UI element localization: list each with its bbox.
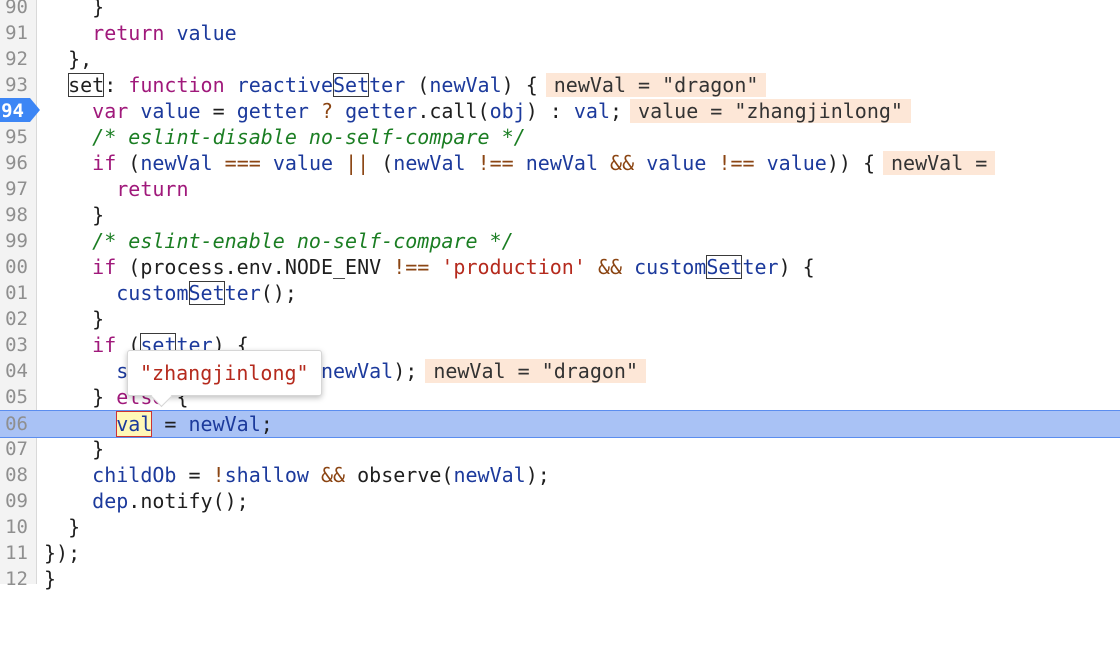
line-number[interactable]: 00: [0, 254, 28, 280]
code-line[interactable]: 01 customSetter();: [0, 280, 1120, 306]
code-line[interactable]: 92 },: [0, 46, 1120, 72]
line-number[interactable]: 04: [0, 358, 28, 384]
line-code: /* eslint-enable no-self-compare */: [92, 229, 514, 253]
code-editor[interactable]: 90 } 91 return value 92 }, 93 set: funct…: [0, 0, 1120, 591]
line-code: }: [44, 437, 105, 461]
code-line[interactable]: 90 }: [0, 0, 1120, 20]
code-line[interactable]: 12 }: [0, 566, 1120, 592]
inline-value-newVal[interactable]: newVal =: [883, 151, 996, 175]
line-number[interactable]: 07: [0, 436, 28, 462]
line-number[interactable]: 95: [0, 124, 28, 150]
line-number[interactable]: 03: [0, 332, 28, 358]
line-code: var value = getter ? getter.call(obj) : …: [44, 98, 911, 124]
line-number[interactable]: 02: [0, 306, 28, 332]
line-code: }: [44, 307, 105, 331]
execution-line-marker[interactable]: 94: [0, 98, 40, 122]
inline-value-newVal[interactable]: newVal = "dragon": [545, 73, 767, 97]
line-code: val = newVal;: [116, 411, 273, 437]
line-number[interactable]: 12: [0, 566, 28, 592]
code-line[interactable]: 00 if (process.env.NODE_ENV !== 'product…: [0, 254, 1120, 280]
code-line[interactable]: 98 }: [0, 202, 1120, 228]
line-number[interactable]: 97: [0, 176, 28, 202]
line-number[interactable]: 93: [0, 72, 28, 98]
line-number[interactable]: 98: [0, 202, 28, 228]
code-line[interactable]: 99 /* eslint-enable no-self-compare */: [0, 228, 1120, 254]
inline-value-value[interactable]: value = "zhangjinlong": [630, 99, 911, 123]
line-number[interactable]: 08: [0, 462, 28, 488]
line-code: childOb = !shallow && observe(newVal);: [92, 463, 550, 487]
line-code: }: [44, 0, 105, 19]
line-code: return: [116, 177, 189, 201]
line-code: if (newVal === value || (newVal !== newV…: [44, 150, 996, 176]
code-line[interactable]: 09 dep.notify();: [0, 488, 1120, 514]
line-number[interactable]: 90: [0, 0, 28, 20]
code-line[interactable]: 97 return: [0, 176, 1120, 202]
code-line[interactable]: 10 }: [0, 514, 1120, 540]
variable-value-tooltip[interactable]: "zhangjinlong": [127, 350, 322, 396]
line-code: set: function reactiveSetter (newVal) {n…: [44, 72, 767, 98]
line-number[interactable]: 96: [0, 150, 28, 176]
line-code: }: [44, 567, 57, 591]
line-number[interactable]: 09: [0, 488, 28, 514]
hovered-variable-val[interactable]: val: [116, 411, 153, 437]
code-line[interactable]: 94 var value = getter ? getter.call(obj)…: [0, 98, 1120, 124]
inline-value-newVal[interactable]: newVal = "dragon": [425, 359, 647, 383]
code-line[interactable]: 96 if (newVal === value || (newVal !== n…: [0, 150, 1120, 176]
line-code: /* eslint-disable no-self-compare */: [92, 125, 526, 149]
line-code: }: [44, 515, 81, 539]
line-code: });: [44, 541, 81, 565]
line-number[interactable]: 91: [0, 20, 28, 46]
line-number[interactable]: 99: [0, 228, 28, 254]
line-code: dep.notify();: [92, 489, 249, 513]
line-number[interactable]: 05: [0, 384, 28, 410]
line-number[interactable]: 06: [0, 411, 28, 437]
line-number[interactable]: 10: [0, 514, 28, 540]
line-number[interactable]: 01: [0, 280, 28, 306]
code-line[interactable]: 08 childOb = !shallow && observe(newVal)…: [0, 462, 1120, 488]
current-line-highlight[interactable]: 06 val = newVal;: [0, 410, 1120, 438]
code-line[interactable]: 91 return value: [0, 20, 1120, 46]
code-line[interactable]: 93 set: function reactiveSetter (newVal)…: [0, 72, 1120, 98]
code-line[interactable]: 02 }: [0, 306, 1120, 332]
line-code: }: [44, 203, 105, 227]
line-code: },: [44, 47, 93, 71]
line-code: return value: [92, 21, 237, 45]
line-number[interactable]: 11: [0, 540, 28, 566]
code-line[interactable]: 07 }: [0, 436, 1120, 462]
code-line[interactable]: 95 /* eslint-disable no-self-compare */: [0, 124, 1120, 150]
line-code: if (process.env.NODE_ENV !== 'production…: [92, 255, 815, 279]
line-number[interactable]: 92: [0, 46, 28, 72]
code-line[interactable]: 11 });: [0, 540, 1120, 566]
line-code: customSetter();: [116, 281, 297, 305]
